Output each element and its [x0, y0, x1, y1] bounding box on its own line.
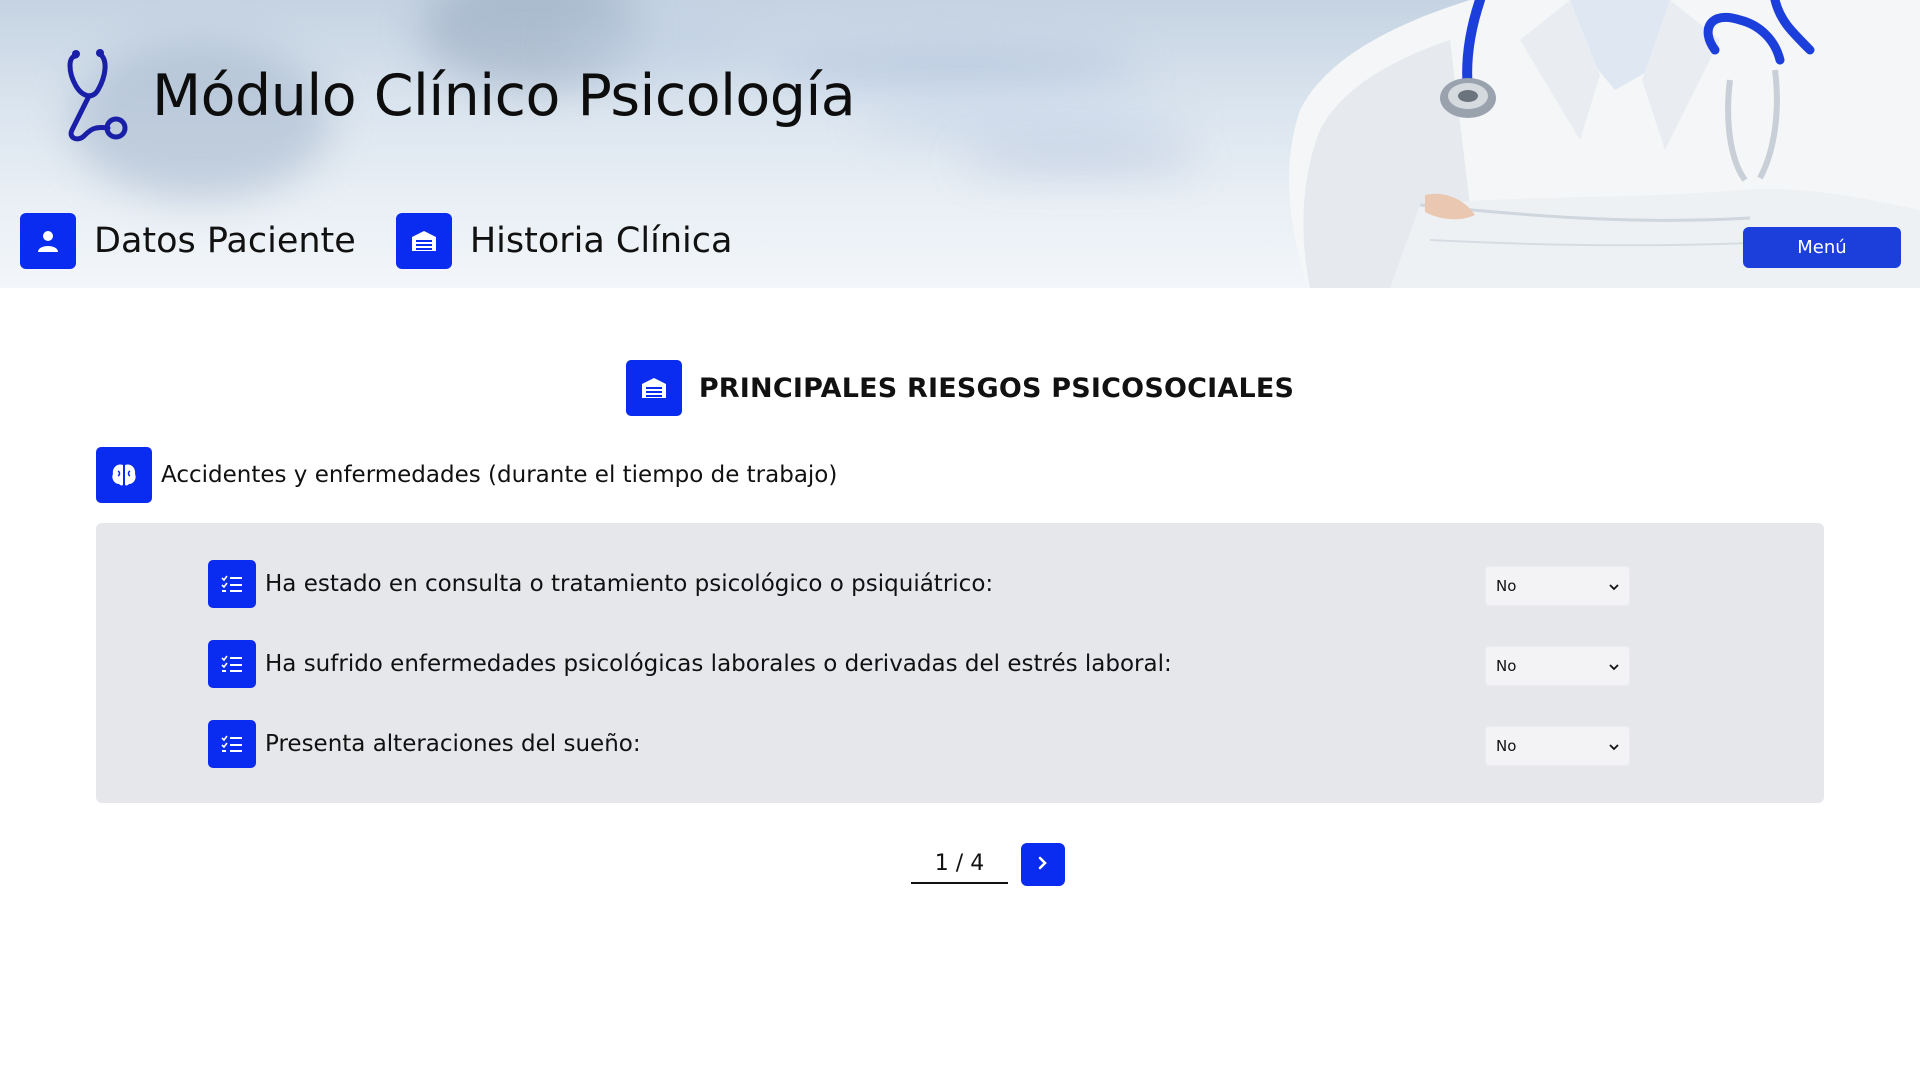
- brand: Módulo Clínico Psicología: [64, 46, 856, 146]
- section-title: PRINCIPALES RIESGOS PSICOSOCIALES: [698, 372, 1295, 404]
- header-banner: Módulo Clínico Psicología Datos Paciente: [0, 0, 1920, 288]
- archive-icon: [625, 360, 682, 416]
- questions-panel: Ha estado en consulta o tratamiento psic…: [96, 523, 1824, 803]
- question-label: Presenta alteraciones del sueño:: [265, 731, 641, 757]
- answer-select[interactable]: No: [1485, 646, 1630, 686]
- nav-historia-clinica[interactable]: Historia Clínica: [395, 213, 733, 269]
- page-indicator[interactable]: 1 / 4: [911, 846, 1008, 884]
- next-page-button[interactable]: [1021, 843, 1065, 886]
- subsection-title: Accidentes y enfermedades (durante el ti…: [161, 462, 838, 488]
- answer-select[interactable]: No: [1485, 726, 1630, 766]
- top-nav: Datos Paciente Historia Clínica: [20, 213, 772, 269]
- pager: 1 / 4: [911, 843, 1065, 886]
- archive-icon: [395, 213, 452, 269]
- question-label: Ha estado en consulta o tratamiento psic…: [265, 571, 994, 597]
- chevron-down-icon: [1609, 577, 1619, 595]
- chevron-down-icon: [1609, 657, 1619, 675]
- brain-icon: [96, 447, 152, 503]
- checklist-icon: [208, 720, 256, 768]
- select-value: No: [1496, 577, 1517, 595]
- select-value: No: [1496, 737, 1517, 755]
- menu-button[interactable]: Menú: [1743, 227, 1901, 268]
- chevron-down-icon: [1609, 737, 1619, 755]
- stethoscope-icon: [64, 46, 144, 146]
- checklist-icon: [208, 640, 256, 688]
- subsection-heading: Accidentes y enfermedades (durante el ti…: [96, 447, 837, 503]
- nav-datos-paciente[interactable]: Datos Paciente: [20, 213, 356, 269]
- question-row: Ha estado en consulta o tratamiento psic…: [208, 560, 1630, 608]
- question-row: Presenta alteraciones del sueño: No: [208, 720, 1630, 768]
- nav-label: Datos Paciente: [94, 221, 356, 261]
- chevron-right-icon: [1038, 855, 1048, 874]
- checklist-icon: [208, 560, 256, 608]
- section-heading: PRINCIPALES RIESGOS PSICOSOCIALES: [0, 360, 1920, 416]
- select-value: No: [1496, 657, 1517, 675]
- question-label: Ha sufrido enfermedades psicológicas lab…: [265, 651, 1172, 677]
- nav-label: Historia Clínica: [469, 221, 733, 261]
- app-title: Módulo Clínico Psicología: [152, 63, 856, 129]
- question-row: Ha sufrido enfermedades psicológicas lab…: [208, 640, 1630, 688]
- answer-select[interactable]: No: [1485, 566, 1630, 606]
- user-icon: [20, 213, 76, 269]
